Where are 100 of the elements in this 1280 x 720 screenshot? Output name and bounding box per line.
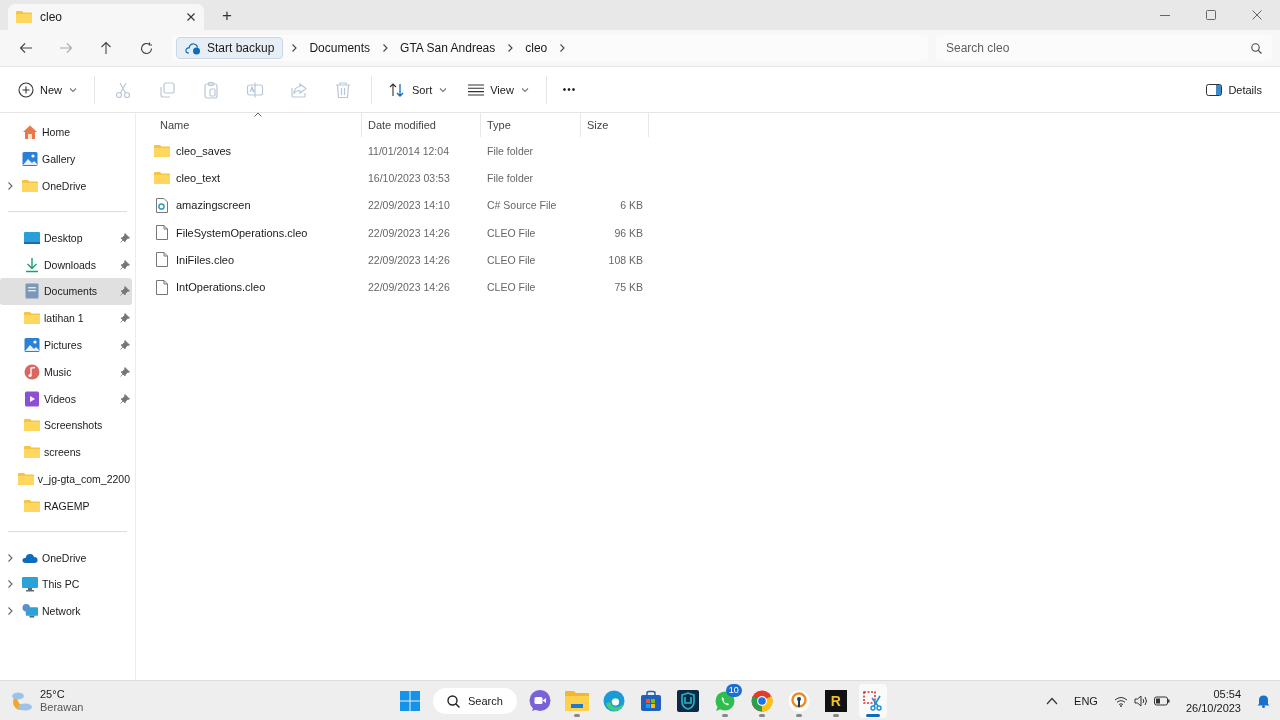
file-name[interactable]: IntOperations.cleo [176, 281, 266, 294]
breadcrumb-link[interactable]: Documents [305, 39, 375, 57]
folder-icon [22, 179, 38, 193]
file-icon [156, 252, 168, 268]
type-cell-text: C# Source File [486, 199, 558, 212]
sort-caret-icon [254, 112, 262, 117]
sidebar-item[interactable]: Documents [0, 278, 132, 305]
list-icon [468, 83, 485, 96]
folder-icon [24, 311, 40, 326]
file-name[interactable]: FileSystemOperations.cleo [176, 226, 308, 239]
sidebar-item[interactable]: Downloads [0, 251, 132, 278]
details-button[interactable]: Details [1198, 74, 1270, 105]
date-cell-text: 22/09/2023 14:26 [367, 226, 451, 239]
bell-icon[interactable] [1257, 694, 1270, 708]
file-name[interactable]: amazingscreen [176, 199, 251, 212]
chevron-up-icon[interactable] [1046, 697, 1059, 705]
document-icon [25, 283, 39, 300]
file-name[interactable]: cleo_text [176, 171, 221, 184]
file-icon [156, 279, 168, 295]
expand-chevron-icon[interactable] [5, 552, 15, 563]
clock-date[interactable]: 26/10/2023 [1185, 701, 1241, 715]
download-icon [24, 256, 40, 273]
new-tab-button[interactable]: + [218, 6, 236, 26]
date-cell-text: 16/10/2023 03:53 [367, 171, 451, 184]
more-button[interactable]: ••• [554, 74, 585, 105]
folder-app-icon[interactable] [564, 690, 589, 712]
sidebar-item[interactable]: screens [0, 438, 132, 466]
expand-chevron-icon[interactable] [5, 181, 15, 191]
language-indicator[interactable]: ENG [1074, 695, 1098, 707]
sort-button[interactable]: Sort [380, 74, 457, 105]
sidebar-item[interactable]: latihan 1 [0, 304, 132, 332]
sidebar-item[interactable]: OneDrive [0, 172, 132, 200]
folder-icon [17, 471, 34, 486]
view-button[interactable]: View [460, 74, 538, 105]
breadcrumb-link[interactable]: GTA San Andreas [396, 39, 500, 57]
close-icon [186, 12, 196, 22]
picture-frame-icon [22, 151, 38, 168]
sort-icon [388, 81, 406, 98]
sidebar-item[interactable]: Pictures [0, 331, 132, 359]
clock-time[interactable]: 05:54 [1213, 687, 1241, 701]
plus-icon [18, 81, 34, 98]
back-arrow-icon [19, 42, 33, 54]
refresh-icon [139, 41, 153, 55]
forward-arrow-icon [59, 42, 73, 54]
sidebar-item[interactable]: Desktop [0, 224, 132, 252]
type-cell-text: CLEO File [486, 226, 537, 239]
chat-app-icon[interactable] [527, 689, 552, 713]
file-name[interactable]: cleo_saves [176, 144, 232, 157]
cloud-icon [22, 551, 38, 564]
browser-icon[interactable] [750, 690, 773, 712]
new-button[interactable]: New [10, 74, 86, 105]
taskbar-search[interactable]: Search [433, 688, 517, 714]
letter-app-icon[interactable]: R [824, 690, 847, 712]
snipping-icon[interactable] [861, 690, 884, 712]
address-bar[interactable]: Start backup Documents GTA San Andreas cleo [172, 35, 928, 61]
folder-icon [24, 498, 40, 513]
browser-icon[interactable] [602, 690, 625, 712]
size-cell-text: 6 KB [619, 199, 644, 212]
close-icon [1252, 10, 1262, 20]
window-tab[interactable]: cleo [8, 4, 204, 30]
sidebar-item[interactable]: Music [0, 358, 132, 386]
date-cell-text: 11/01/2014 12:04 [367, 144, 450, 157]
wifi-icon[interactable] [1113, 695, 1128, 707]
sidebar-item[interactable]: Home [0, 119, 132, 146]
shield-app-icon[interactable] [676, 690, 699, 712]
date-cell-text: 22/09/2023 14:26 [367, 281, 451, 294]
sidebar-item[interactable]: This PC [0, 570, 132, 598]
maximize-icon [1206, 10, 1216, 20]
home-icon [22, 124, 38, 141]
battery-icon[interactable] [1153, 696, 1170, 706]
column-header[interactable]: Size [581, 113, 649, 137]
expand-chevron-icon[interactable] [5, 579, 15, 590]
weather-text: Berawan [40, 701, 84, 714]
source-file-icon [156, 197, 168, 213]
search-field[interactable]: Search cleo [936, 35, 1272, 61]
sidebar-item[interactable]: RAGEMP [0, 492, 132, 520]
sidebar-item[interactable]: Videos [0, 385, 132, 412]
sidebar-item[interactable]: Network [0, 597, 132, 625]
temperature-text: 25°C [40, 688, 66, 701]
breadcrumb-link[interactable]: cleo [521, 39, 552, 57]
file-name[interactable]: IniFiles.cleo [176, 253, 235, 266]
store-bag-icon[interactable] [639, 690, 662, 712]
lock-app-icon[interactable] [787, 690, 810, 712]
expand-chevron-icon[interactable] [5, 606, 15, 617]
sidebar-item[interactable]: Screenshots [0, 411, 132, 439]
weather-icon[interactable] [10, 690, 34, 712]
folder-icon [16, 10, 32, 24]
speaker-icon[interactable] [1133, 695, 1148, 707]
size-cell-text: 75 KB [613, 281, 644, 294]
desktop-icon [24, 230, 40, 245]
sidebar-item[interactable]: v_jg-gta_com_2200 [0, 465, 132, 493]
column-header[interactable]: Date modified [362, 113, 481, 137]
sidebar-item[interactable]: Gallery [0, 145, 132, 173]
backup-button[interactable]: Start backup [176, 37, 284, 59]
sidebar-item[interactable]: OneDrive [0, 544, 132, 571]
size-cell-text: 108 KB [607, 253, 644, 266]
search-icon [447, 694, 460, 708]
column-header[interactable]: Type [481, 113, 581, 137]
search-icon [1251, 43, 1262, 54]
column-header[interactable]: Name [154, 113, 362, 137]
